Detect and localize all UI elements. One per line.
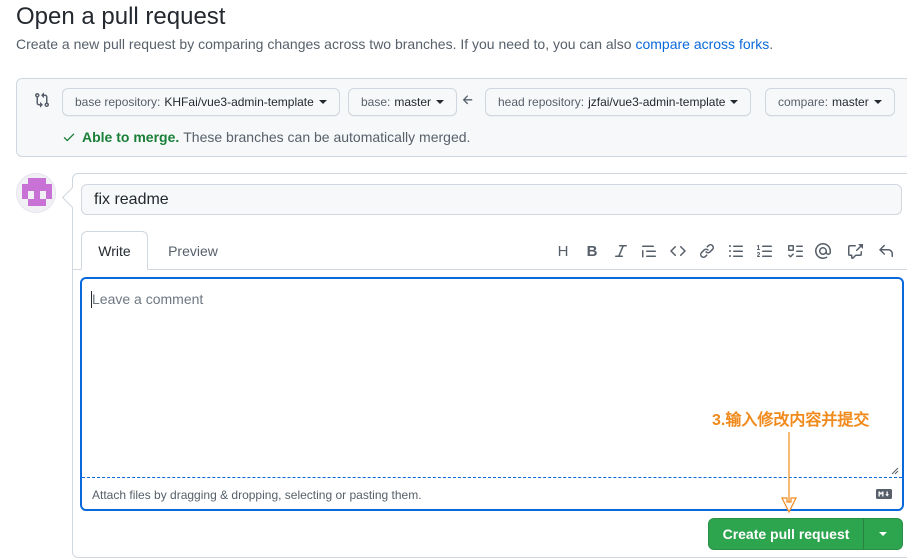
compare-branch-label: compare: [778, 95, 829, 109]
merge-message: These branches can be automatically merg… [183, 129, 471, 145]
merge-status: Able to merge. These branches can be aut… [62, 129, 470, 145]
base-repository-label: base repository: [75, 95, 161, 109]
avatar[interactable] [16, 173, 56, 213]
heading-icon[interactable]: H [553, 241, 573, 261]
create-pull-request-label[interactable]: Create pull request [709, 519, 863, 549]
mention-icon[interactable] [813, 241, 833, 261]
task-list-icon[interactable] [785, 241, 805, 261]
identicon-icon [17, 174, 55, 212]
base-branch-label: base: [361, 95, 391, 109]
head-repository-select[interactable]: head repository: jzfai/vue3-admin-templa… [485, 88, 752, 116]
comment-placeholder: Leave a comment [92, 291, 204, 307]
pr-title-input[interactable]: fix readme [81, 184, 902, 215]
compare-branch-value: master [832, 95, 869, 109]
head-repository-label: head repository: [498, 95, 585, 109]
base-repository-select[interactable]: base repository: KHFai/vue3-admin-templa… [62, 88, 340, 116]
tab-write[interactable]: Write [81, 231, 148, 270]
quote-icon[interactable] [639, 241, 659, 261]
caret-down-icon [730, 100, 739, 104]
bold-icon[interactable]: B [582, 241, 602, 261]
base-branch-select[interactable]: base: master [348, 88, 458, 116]
subtitle-end: . [769, 36, 774, 52]
subtitle-text: Create a new pull request by comparing c… [16, 36, 636, 52]
ordered-list-icon[interactable] [755, 241, 775, 261]
caret-down-icon [879, 532, 887, 536]
create-options-dropdown[interactable] [864, 519, 902, 549]
merge-ok-label: Able to merge. [82, 129, 180, 145]
check-icon [63, 133, 75, 142]
tab-preview[interactable]: Preview [155, 231, 231, 270]
italic-icon[interactable] [611, 241, 631, 261]
annotation-label: 3.输入修改内容并提交 [712, 412, 870, 429]
unordered-list-icon[interactable] [726, 241, 746, 261]
cross-reference-icon[interactable] [845, 241, 865, 261]
caret-down-icon [436, 100, 445, 104]
reply-icon[interactable] [876, 241, 896, 261]
base-branch-value: master [394, 95, 432, 109]
compare-branch-select[interactable]: compare: master [765, 88, 895, 116]
resize-handle-icon[interactable] [891, 467, 899, 475]
markdown-icon[interactable] [876, 489, 892, 499]
arrow-left-icon [462, 95, 473, 105]
branch-range-editor: base repository: KHFai/vue3-admin-templa… [16, 78, 907, 157]
compare-across-forks-link[interactable]: compare across forks [635, 36, 769, 52]
create-pull-request-button[interactable]: Create pull request [708, 518, 903, 550]
page-subtitle: Create a new pull request by comparing c… [16, 36, 773, 52]
git-compare-icon [35, 92, 50, 108]
link-icon[interactable] [697, 241, 717, 261]
annotation-arrow-icon [781, 432, 797, 514]
attach-files-hint[interactable]: Attach files by dragging & dropping, sel… [92, 488, 422, 502]
caret-down-icon [318, 100, 327, 104]
head-repository-value: jzfai/vue3-admin-template [588, 95, 726, 109]
base-repository-value: KHFai/vue3-admin-template [164, 95, 314, 109]
code-icon[interactable] [668, 241, 688, 261]
page-title: Open a pull request [16, 3, 226, 30]
caret-down-icon [873, 100, 882, 104]
